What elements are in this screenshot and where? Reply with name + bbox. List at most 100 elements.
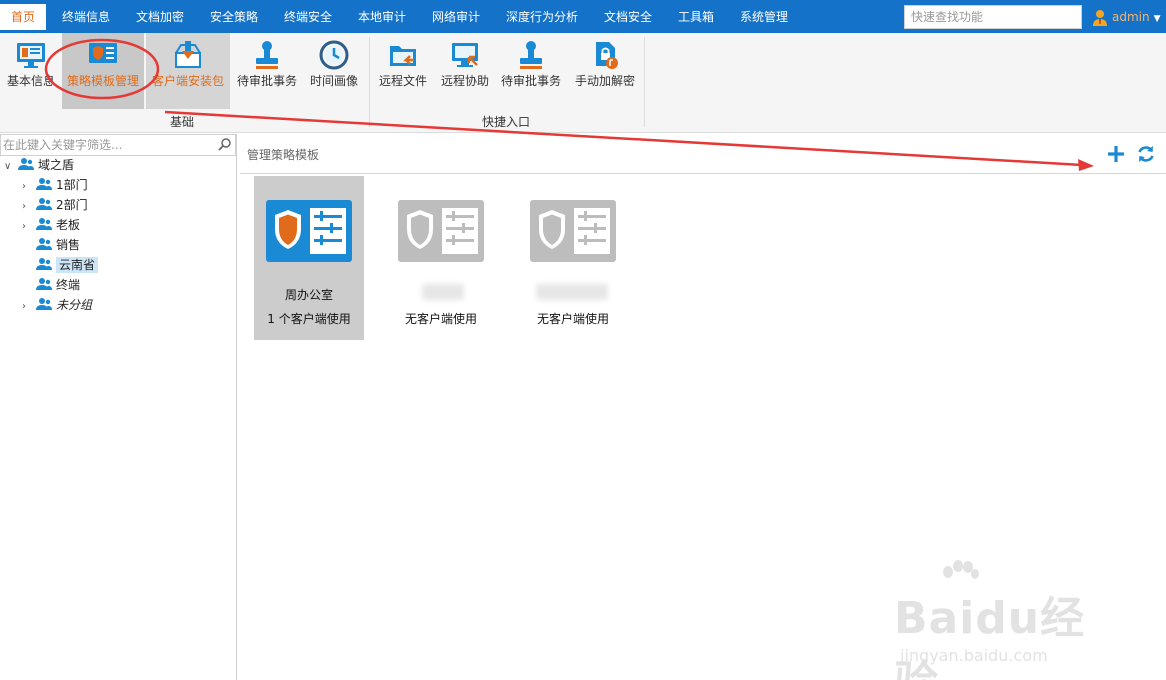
org-tree-panel: 在此键入关键字筛选... ∨ 域之盾 › 1部门 › 2部门 › 老板 销售 云南省 终… <box>0 134 237 680</box>
user-group-icon <box>36 198 52 210</box>
basic-info-label: 基本信息 <box>6 74 55 88</box>
policy-template-icon <box>398 200 484 262</box>
tree-node-label: 域之盾 <box>38 158 75 172</box>
tree-node-label: 未分组 <box>56 298 93 312</box>
policy-template-card[interactable]: 无客户端使用 <box>518 176 628 340</box>
template-client-count: 1 个客户端使用 <box>267 312 351 326</box>
nav-tab-home[interactable]: 首页 <box>0 4 46 30</box>
watermark-brand: Baidu经验 <box>894 593 1086 680</box>
policy-template-management-button[interactable]: 策略模板管理 <box>62 33 144 109</box>
watermark-url: jingyan.baidu.com <box>900 646 1048 665</box>
nav-tab-doc-encryption[interactable]: 文档加密 <box>126 4 194 30</box>
nav-tab-toolbox[interactable]: 工具箱 <box>668 4 724 30</box>
template-client-count: 无客户端使用 <box>404 312 477 326</box>
baidu-watermark: Baidu经验 jingyan.baidu.com <box>880 560 1120 680</box>
redacted-template-name <box>536 284 608 300</box>
time-profile-label: 时间画像 <box>309 74 358 88</box>
lock-document-icon <box>596 42 618 69</box>
tree-node-label: 1部门 <box>56 178 88 192</box>
chevron-right-icon[interactable]: › <box>22 177 36 197</box>
user-avatar-icon <box>1093 9 1107 26</box>
tree-node[interactable]: 销售 <box>22 235 80 255</box>
tree-node[interactable]: › 1部门 <box>22 175 88 195</box>
quick-search-input[interactable]: 快速查找功能 <box>904 5 1082 29</box>
tree-node-selected[interactable]: 云南省 <box>22 255 99 275</box>
nav-tab-local-audit[interactable]: 本地审计 <box>348 4 416 30</box>
pending-approval-button[interactable]: 待审批事务 <box>234 33 300 109</box>
basic-info-button[interactable]: 基本信息 <box>2 33 60 109</box>
monitor-info-icon <box>17 43 45 68</box>
redacted-template-name <box>422 284 464 300</box>
clock-icon <box>319 40 349 70</box>
policy-template-icon <box>530 200 616 262</box>
ribbon-group-shortcut-label: 快捷入口 <box>482 115 531 129</box>
client-install-package-button[interactable]: 客户端安装包 <box>146 33 230 109</box>
pending-approval-shortcut-label: 待审批事务 <box>500 74 561 88</box>
chevron-down-icon: ▼ <box>1153 14 1161 24</box>
nav-tab-security-policy[interactable]: 安全策略 <box>200 4 268 30</box>
template-name: 周办公室 <box>284 288 333 302</box>
tree-node-label: 云南省 <box>56 257 99 273</box>
tree-node[interactable]: › 2部门 <box>22 195 88 215</box>
policy-template-management-label: 策略模板管理 <box>66 74 139 88</box>
stamp-icon <box>520 41 542 69</box>
add-icon[interactable] <box>1106 144 1126 164</box>
refresh-icon[interactable] <box>1136 144 1156 164</box>
ribbon-group-basic-label: 基础 <box>170 115 195 129</box>
time-profile-button[interactable]: 时间画像 <box>304 33 364 109</box>
tree-node[interactable]: 终端 <box>22 275 80 295</box>
tree-filter-placeholder: 在此键入关键字筛选... <box>3 138 123 152</box>
folder-icon <box>390 46 416 66</box>
chevron-right-icon[interactable]: › <box>22 217 36 237</box>
remote-file-button[interactable]: 远程文件 <box>374 33 432 109</box>
user-group-icon <box>36 218 52 230</box>
tree-node-label: 终端 <box>56 278 81 292</box>
ribbon-group-separator <box>369 37 370 127</box>
policy-template-card[interactable]: 无客户端使用 <box>386 176 496 340</box>
user-group-icon <box>36 278 52 290</box>
user-group-icon <box>36 298 52 310</box>
pending-approval-shortcut-button[interactable]: 待审批事务 <box>498 33 564 109</box>
tree-node-root[interactable]: ∨ 域之盾 <box>4 155 74 175</box>
chevron-down-icon[interactable]: ∨ <box>4 157 18 177</box>
nav-tab-behavior-analysis[interactable]: 深度行为分析 <box>496 4 588 30</box>
tree-filter-input[interactable]: 在此键入关键字筛选... <box>0 134 236 156</box>
pending-approval-label: 待审批事务 <box>236 74 297 88</box>
policy-template-icon <box>266 200 352 262</box>
panel-divider <box>240 173 1166 174</box>
chevron-right-icon[interactable]: › <box>22 197 36 217</box>
nav-tab-system-admin[interactable]: 系统管理 <box>730 4 798 30</box>
manual-encrypt-decrypt-label: 手动加解密 <box>574 74 635 88</box>
remote-screen-icon <box>452 43 478 67</box>
ribbon-toolbar: 基本信息 策略模板管理 客户端安装包 待审批事务 时间画像 远程文件 远程协助 … <box>0 33 1166 133</box>
chevron-right-icon[interactable]: › <box>22 297 36 317</box>
policy-template-icon <box>89 43 117 63</box>
nav-tab-terminal-info[interactable]: 终端信息 <box>52 4 120 30</box>
panel-title: 管理策略模板 <box>247 148 320 162</box>
search-icon[interactable] <box>217 137 233 153</box>
user-group-icon <box>36 238 52 250</box>
tree-node[interactable]: › 未分组 <box>22 295 92 315</box>
remote-assist-label: 远程协助 <box>440 74 489 88</box>
remote-file-label: 远程文件 <box>378 74 427 88</box>
user-group-icon <box>36 178 52 190</box>
user-group-icon <box>18 158 34 170</box>
tree-node-label: 老板 <box>56 218 81 232</box>
tree-node-label: 2部门 <box>56 198 88 212</box>
remote-assist-button[interactable]: 远程协助 <box>436 33 494 109</box>
nav-tab-doc-security[interactable]: 文档安全 <box>594 4 662 30</box>
ribbon-group-separator <box>644 37 645 127</box>
tree-node[interactable]: › 老板 <box>22 215 80 235</box>
stamp-icon <box>256 41 278 69</box>
user-group-icon <box>36 258 52 270</box>
template-client-count: 无客户端使用 <box>536 312 609 326</box>
install-package-icon <box>175 41 201 68</box>
manual-encrypt-decrypt-button[interactable]: 手动加解密 <box>570 33 640 109</box>
user-name: admin <box>1112 10 1150 24</box>
top-nav-bar: 首页 终端信息 文档加密 安全策略 终端安全 本地审计 网络审计 深度行为分析 … <box>0 0 1166 33</box>
policy-template-card[interactable]: 周办公室 1 个客户端使用 <box>254 176 364 340</box>
nav-tab-terminal-security[interactable]: 终端安全 <box>274 4 342 30</box>
nav-tab-network-audit[interactable]: 网络审计 <box>422 4 490 30</box>
user-menu[interactable]: admin ▼ <box>1092 7 1161 27</box>
tree-node-label: 销售 <box>56 238 81 252</box>
